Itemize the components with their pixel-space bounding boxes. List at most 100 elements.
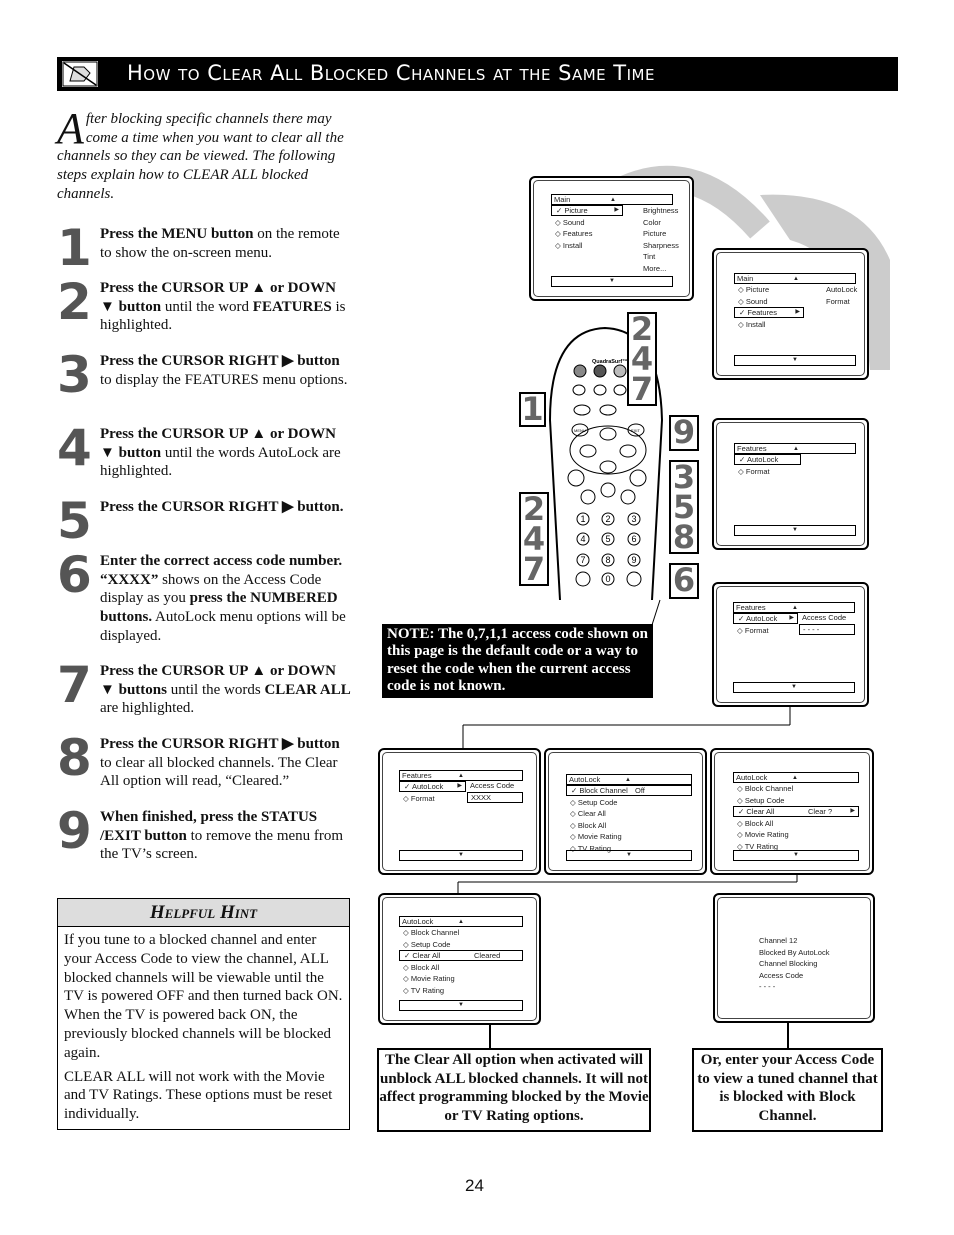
vol-down-button bbox=[580, 489, 596, 505]
menu-item[interactable]: ◇ Format bbox=[734, 466, 801, 477]
menu-item[interactable]: ✓ AutoLock bbox=[734, 454, 801, 465]
menu-item-label: Block All bbox=[410, 962, 440, 972]
check-icon: ✓ bbox=[738, 807, 747, 817]
tv-screen-s7: AutoLock ▲ ◇ Block Channel ◇ Setup Code ✓ Cl… bbox=[710, 748, 874, 875]
menu-item[interactable]: ✓ Clear All Cleared bbox=[399, 950, 523, 962]
diamond-bullet-icon: ◇ bbox=[555, 229, 563, 239]
submenu-option: Tint bbox=[643, 252, 656, 262]
access-code-label: Access Code bbox=[470, 781, 515, 790]
menu-header: AutoLock ▲ bbox=[399, 916, 523, 927]
diamond-bullet-icon: ◇ bbox=[570, 844, 578, 853]
diamond-bullet-icon: ◇ bbox=[555, 240, 563, 250]
cursor-right-icon: ▶ bbox=[795, 309, 800, 316]
diamond-bullet-icon: ◇ bbox=[570, 797, 578, 807]
menu-item[interactable]: ◇ Format bbox=[733, 625, 798, 636]
menu-item-label: AutoLock bbox=[411, 782, 444, 791]
diamond-bullet-icon: ◇ bbox=[570, 809, 578, 819]
scroll-up-icon: ▲ bbox=[610, 197, 616, 203]
menu-header: Main ▲ bbox=[734, 273, 856, 284]
cursor-up-button bbox=[599, 427, 617, 441]
diamond-bullet-icon: ◇ bbox=[738, 319, 746, 329]
menu-item[interactable]: ◇ Block All bbox=[566, 820, 692, 831]
menu-item[interactable]: ✓ Clear All Clear ? ▶ bbox=[733, 806, 859, 818]
menu-item-value: Clear ? bbox=[808, 807, 833, 817]
menu-header-label: Main bbox=[554, 195, 571, 204]
menu-item[interactable]: ◇ Setup Code bbox=[399, 939, 523, 950]
menu-item[interactable]: ◇ Install bbox=[734, 319, 804, 330]
menu-item[interactable]: ✓ AutoLock ▶ bbox=[399, 781, 466, 792]
menu-item[interactable]: ◇ Movie Rating bbox=[566, 831, 692, 842]
submenu-option: Color bbox=[643, 217, 661, 227]
diamond-bullet-icon: ◇ bbox=[737, 842, 745, 851]
scroll-up-icon: ▲ bbox=[792, 605, 798, 611]
scroll-down-icon: ▼ bbox=[733, 850, 859, 861]
cursor-down-button bbox=[599, 460, 617, 474]
menu-item[interactable]: ◇ TV Rating bbox=[566, 843, 692, 854]
menu-item-label: Setup Code bbox=[410, 939, 451, 949]
menu-item[interactable]: ◇ Sound bbox=[734, 296, 804, 307]
cursor-right-icon: ▶ bbox=[457, 783, 462, 789]
menu-item[interactable]: ◇ TV Rating bbox=[733, 841, 859, 852]
diamond-bullet-icon: ◇ bbox=[403, 986, 411, 995]
tv-screen-s8: AutoLock ▲ ◇ Block Channel ◇ Setup Code ✓ Cl… bbox=[378, 893, 541, 1025]
tv-screen-s4: Features ▲ ✓ AutoLock ▶ ◇ Format Access Code -… bbox=[712, 582, 869, 707]
quadrasurf-label: QuadraSurf™ bbox=[592, 359, 628, 365]
menu-item[interactable]: ◇ Setup Code bbox=[733, 795, 859, 806]
access-code-field[interactable]: XXXX bbox=[467, 792, 523, 803]
blocked-message-line: Blocked By AutoLock bbox=[759, 947, 830, 957]
menu-item-label: Format bbox=[745, 466, 770, 476]
menu-item[interactable]: ◇ TV Rating bbox=[399, 985, 523, 996]
menu-item[interactable]: ◇ Block All bbox=[399, 962, 523, 973]
submenu-option: AutoLock bbox=[826, 285, 858, 294]
access-code-field[interactable]: - - - - bbox=[799, 624, 855, 635]
menu-header: Features ▲ bbox=[399, 770, 523, 781]
scroll-down-icon: ▼ bbox=[399, 850, 523, 861]
menu-item[interactable]: ✓ AutoLock ▶ bbox=[733, 613, 798, 624]
diamond-bullet-icon: ◇ bbox=[403, 793, 411, 803]
menu-item[interactable]: ◇ Block Channel bbox=[399, 927, 523, 938]
blocked-message-line: - - - - bbox=[759, 982, 776, 991]
menu-item-label: Setup Code bbox=[744, 795, 785, 805]
callout-number-menu: 1 bbox=[519, 392, 546, 427]
menu-item[interactable]: ◇ Features bbox=[551, 228, 623, 239]
svg-text:2: 2 bbox=[605, 514, 610, 524]
yellow-button bbox=[613, 364, 627, 378]
menu-item[interactable]: ◇ Sound bbox=[551, 217, 623, 228]
menu-item-label: Block Channel bbox=[410, 928, 460, 937]
menu-item[interactable]: ◇ Picture bbox=[734, 284, 804, 295]
tv-screen-s6: AutoLock ▲ ✓ Block Channel Off ◇ Setup Code ◇… bbox=[544, 748, 707, 875]
tv-screen-s9: Channel 12 Blocked By AutoLock Channel Blo… bbox=[713, 893, 875, 1023]
scroll-up-icon: ▲ bbox=[792, 775, 798, 781]
menu-header-label: Features bbox=[737, 444, 767, 453]
diamond-bullet-icon: ◇ bbox=[570, 832, 578, 842]
cursor-right-icon: ▶ bbox=[614, 207, 619, 213]
menu-item[interactable]: ◇ Block All bbox=[733, 818, 859, 829]
menu-item-label: Picture bbox=[564, 206, 588, 215]
diamond-bullet-icon: ◇ bbox=[737, 795, 745, 805]
menu-header: Features ▲ bbox=[734, 443, 856, 454]
menu-item[interactable]: ◇ Movie Rating bbox=[399, 973, 523, 984]
callout-number-right: 3 5 8 bbox=[669, 460, 699, 554]
tv-screen-s1: Main ▲ ✓ Picture ▶ ◇ Sound ◇ Features ◇ Instal… bbox=[529, 176, 694, 301]
menu-item[interactable]: ◇ Install bbox=[551, 240, 623, 251]
menu-item[interactable]: ✓ Features ▶ bbox=[734, 307, 804, 319]
menu-item-label: Features bbox=[562, 229, 593, 239]
menu-item-label: AutoLock bbox=[745, 614, 778, 623]
callout-number-up: 2 4 7 bbox=[627, 312, 657, 406]
menu-item[interactable]: ◇ Format bbox=[399, 793, 466, 804]
vol-up-button bbox=[567, 469, 585, 487]
scroll-down-icon: ▼ bbox=[734, 355, 856, 366]
cursor-right-icon: ▶ bbox=[789, 615, 794, 621]
tv-screen-s2: Main ▲ ◇ Picture ◇ Sound ✓ Features ▶ ◇ Instal… bbox=[712, 248, 869, 380]
menu-item-label: Movie Rating bbox=[577, 832, 622, 842]
menu-item-label: Install bbox=[745, 319, 766, 329]
menu-item[interactable]: ◇ Block Channel bbox=[733, 783, 859, 794]
menu-item[interactable]: ◇ Setup Code bbox=[566, 797, 692, 808]
menu-item[interactable]: ◇ Movie Rating bbox=[733, 829, 859, 840]
menu-item[interactable]: ✓ Block Channel Off bbox=[566, 785, 692, 796]
menu-item[interactable]: ◇ Clear All bbox=[566, 808, 692, 819]
menu-header-label: Features bbox=[402, 771, 432, 780]
menu-item-value: Off bbox=[635, 786, 645, 795]
scroll-up-icon: ▲ bbox=[625, 777, 631, 783]
menu-item[interactable]: ✓ Picture ▶ bbox=[551, 205, 623, 216]
